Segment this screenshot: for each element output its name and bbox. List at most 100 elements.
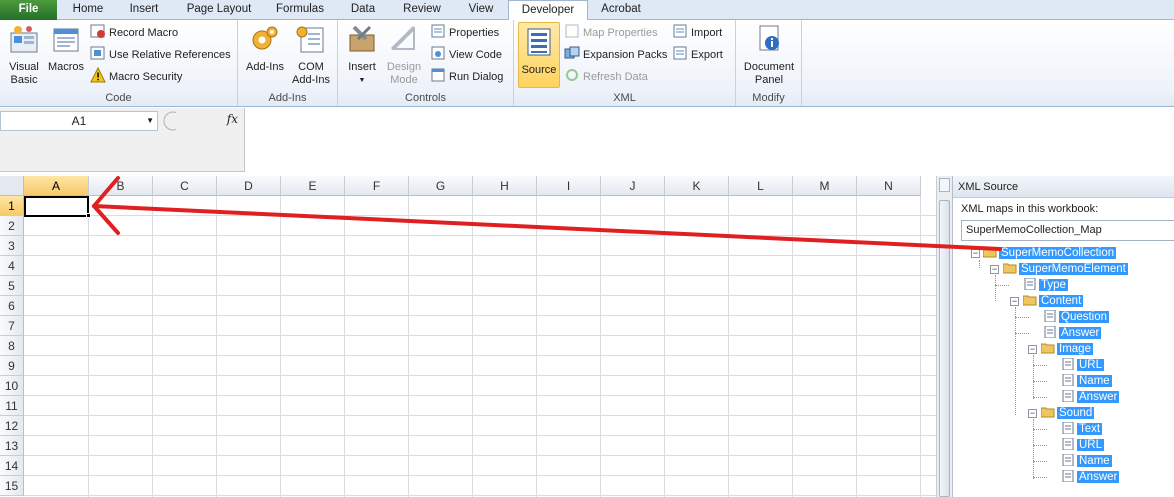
formula-bar-splitter-icon[interactable]: [162, 111, 176, 131]
column-header[interactable]: G: [409, 176, 473, 196]
column-header[interactable]: E: [281, 176, 345, 196]
row-header[interactable]: 9: [0, 356, 24, 376]
row-header[interactable]: 10: [0, 376, 24, 396]
tree-node-sound-answer[interactable]: Answer: [1061, 470, 1120, 484]
row-header[interactable]: 15: [0, 476, 24, 496]
expansion-packs-button[interactable]: Expansion Packs: [564, 45, 667, 65]
relative-references-button[interactable]: Use Relative References: [90, 45, 231, 65]
row-header[interactable]: 13: [0, 436, 24, 456]
tree-node-image-name[interactable]: Name: [1061, 374, 1112, 388]
properties-button[interactable]: Properties: [430, 23, 499, 43]
insert-function-icon[interactable]: fx: [227, 112, 238, 126]
column-header[interactable]: C: [153, 176, 217, 196]
collapse-toggle[interactable]: −: [1028, 409, 1037, 418]
column-header[interactable]: H: [473, 176, 537, 196]
row-header[interactable]: 11: [0, 396, 24, 416]
gridline: [24, 355, 936, 356]
fill-handle[interactable]: [86, 213, 91, 218]
row-header[interactable]: 7: [0, 316, 24, 336]
tree-node-supermemocollection[interactable]: SuperMemoCollection: [983, 246, 1117, 260]
column-header[interactable]: A: [24, 176, 89, 196]
row-header[interactable]: 8: [0, 336, 24, 356]
column-header[interactable]: I: [537, 176, 601, 196]
design-mode-button[interactable]: Design Mode: [382, 23, 426, 87]
import-button[interactable]: Import: [672, 23, 722, 43]
record-macro-label: Record Macro: [109, 27, 179, 39]
tab-acrobat[interactable]: Acrobat: [590, 0, 652, 20]
row-header[interactable]: 1: [0, 196, 24, 216]
select-all-corner[interactable]: [0, 176, 24, 196]
element-icon: [1062, 358, 1074, 370]
view-code-button[interactable]: View Code: [430, 45, 502, 65]
document-panel-button[interactable]: Document Panel: [739, 23, 799, 87]
tab-data[interactable]: Data: [338, 0, 388, 20]
tab-home[interactable]: Home: [60, 0, 116, 20]
tree-node-question[interactable]: Question: [1043, 310, 1110, 324]
tree-node-answer[interactable]: Answer: [1043, 326, 1102, 340]
tree-node-image[interactable]: Image: [1041, 342, 1093, 356]
macros-button[interactable]: Macros: [46, 23, 86, 74]
chevron-down-icon[interactable]: ▼: [146, 112, 154, 130]
column-header[interactable]: F: [345, 176, 409, 196]
tab-page-layout[interactable]: Page Layout: [176, 0, 262, 20]
tree-node-label: Name: [1077, 375, 1112, 387]
row-header[interactable]: 6: [0, 296, 24, 316]
vertical-scrollbar[interactable]: [936, 176, 952, 497]
tree-node-image-url[interactable]: URL: [1061, 358, 1105, 372]
ribbon: Visual Basic Macros Record Macro Use Rel…: [0, 20, 1174, 107]
tree-node-sound-name[interactable]: Name: [1061, 454, 1112, 468]
source-button[interactable]: Source: [518, 22, 560, 88]
gridline: [24, 335, 936, 336]
active-cell[interactable]: [24, 196, 89, 217]
document-panel-label: Document Panel: [743, 61, 795, 86]
column-header[interactable]: L: [729, 176, 793, 196]
scroll-split-box[interactable]: [939, 178, 950, 192]
tab-file[interactable]: File: [0, 0, 57, 20]
column-header[interactable]: D: [217, 176, 281, 196]
formula-input[interactable]: [244, 108, 1174, 172]
column-header[interactable]: B: [89, 176, 153, 196]
column-header[interactable]: K: [665, 176, 729, 196]
insert-control-button[interactable]: Insert ▼: [342, 23, 382, 87]
row-header[interactable]: 5: [0, 276, 24, 296]
addins-button[interactable]: Add-Ins: [242, 23, 288, 74]
com-addins-button[interactable]: COM Add-Ins: [288, 23, 334, 87]
row-header[interactable]: 2: [0, 216, 24, 236]
macro-security-button[interactable]: Macro Security: [90, 67, 182, 87]
map-properties-button[interactable]: Map Properties: [564, 23, 658, 43]
refresh-data-button[interactable]: Refresh Data: [564, 67, 648, 87]
collapse-toggle[interactable]: −: [1010, 297, 1019, 306]
column-header[interactable]: N: [857, 176, 921, 196]
collapse-toggle[interactable]: −: [1028, 345, 1037, 354]
tree-node-sound-text[interactable]: Text: [1061, 422, 1103, 436]
tab-developer[interactable]: Developer: [508, 0, 588, 21]
tab-view[interactable]: View: [456, 0, 506, 20]
row-header[interactable]: 12: [0, 416, 24, 436]
collapse-toggle[interactable]: −: [990, 265, 999, 274]
tree-node-type[interactable]: Type: [1023, 278, 1068, 292]
column-header[interactable]: J: [601, 176, 665, 196]
tree-node-sound-url[interactable]: URL: [1061, 438, 1105, 452]
ribbon-tabs: File Home Insert Page Layout Formulas Da…: [0, 0, 1174, 21]
collapse-toggle[interactable]: −: [971, 249, 980, 258]
tab-review[interactable]: Review: [392, 0, 452, 20]
record-macro-button[interactable]: Record Macro: [90, 23, 178, 43]
row-header[interactable]: 4: [0, 256, 24, 276]
column-header[interactable]: M: [793, 176, 857, 196]
visual-basic-button[interactable]: Visual Basic: [3, 23, 45, 87]
worksheet-grid[interactable]: A B C D E F G H I J K L M N 1 2 3 4 5 6 7 8 9 10 11 12 13 14 15: [0, 176, 936, 497]
row-header[interactable]: 14: [0, 456, 24, 476]
tab-insert[interactable]: Insert: [118, 0, 170, 20]
tree-node-supermemoelement[interactable]: SuperMemoElement: [1003, 262, 1128, 276]
export-button[interactable]: Export: [672, 45, 723, 65]
name-box[interactable]: A1 ▼: [0, 111, 158, 131]
row-header[interactable]: 3: [0, 236, 24, 256]
xml-map-select[interactable]: SuperMemoCollection_Map: [961, 220, 1174, 241]
tree-node-image-answer[interactable]: Answer: [1061, 390, 1120, 404]
xml-source-pane: XML Source XML maps in this workbook: Su…: [952, 176, 1174, 497]
tree-node-content[interactable]: Content: [1023, 294, 1084, 308]
scrollbar-thumb[interactable]: [939, 200, 950, 497]
tab-formulas[interactable]: Formulas: [266, 0, 334, 20]
run-dialog-button[interactable]: Run Dialog: [430, 67, 503, 87]
tree-node-sound[interactable]: Sound: [1041, 406, 1095, 420]
